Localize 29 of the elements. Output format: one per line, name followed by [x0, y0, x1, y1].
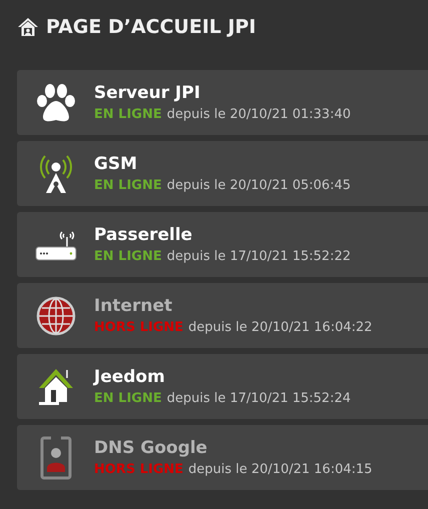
globe-icon: [36, 296, 76, 336]
device-card[interactable]: Serveur JPI EN LIGNE depuis le 20/10/21 01:33:40: [17, 70, 428, 135]
device-card[interactable]: DNS Google HORS LIGNE depuis le 20/10/21 16:04:15: [17, 425, 428, 490]
since-text: depuis le 20/10/21 16:04:22: [188, 320, 372, 335]
device-card[interactable]: Jeedom EN LIGNE depuis le 17/10/21 15:52:24: [17, 354, 428, 419]
since-text: depuis le 20/10/21 16:04:15: [188, 462, 372, 477]
device-card[interactable]: Internet HORS LIGNE depuis le 20/10/21 16:04:22: [17, 283, 428, 348]
device-name: GSM: [94, 154, 138, 174]
since-text: depuis le 17/10/21 15:52:22: [166, 249, 351, 264]
device-name: Serveur JPI: [94, 83, 202, 103]
status-label: EN LIGNE: [94, 178, 162, 193]
since-text: depuis le 20/10/21 01:33:40: [166, 107, 351, 122]
badge-icon: [40, 436, 72, 480]
page-title: PAGE D’ACCUEIL JPI: [46, 16, 256, 38]
home-icon: [17, 17, 39, 37]
status-label: HORS LIGNE: [94, 462, 184, 477]
device-name: Jeedom: [94, 367, 166, 387]
status-label: EN LIGNE: [94, 391, 162, 406]
status-label: EN LIGNE: [94, 107, 162, 122]
device-card[interactable]: Passerelle EN LIGNE depuis le 17/10/21 15:52:22: [17, 212, 428, 277]
paw-icon: [36, 84, 76, 122]
since-text: depuis le 20/10/21 05:06:45: [166, 178, 351, 193]
status-label: HORS LIGNE: [94, 320, 184, 335]
device-card[interactable]: GSM EN LIGNE depuis le 20/10/21 05:06:45: [17, 141, 428, 206]
since-text: depuis le 17/10/21 15:52:24: [166, 391, 351, 406]
device-name: Internet: [94, 296, 174, 316]
device-name: Passerelle: [94, 225, 194, 245]
device-name: DNS Google: [94, 438, 208, 458]
status-label: EN LIGNE: [94, 249, 162, 264]
